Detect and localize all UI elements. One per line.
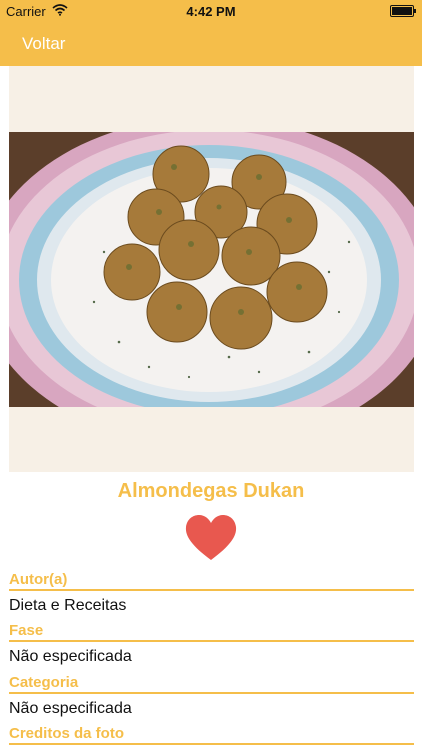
category-section: Categoria Não especificada <box>9 673 414 724</box>
author-label: Autor(a) <box>9 570 414 591</box>
author-section: Autor(a) Dieta e Receitas <box>9 570 414 621</box>
battery-icon <box>390 5 416 17</box>
heart-icon[interactable] <box>184 514 238 562</box>
back-button[interactable]: Voltar <box>22 34 65 54</box>
phase-section: Fase Não especificada <box>9 621 414 672</box>
status-time: 4:42 PM <box>186 4 236 19</box>
recipe-title: Almondegas Dukan <box>117 480 305 502</box>
photo-credits-section: Creditos da foto <box>9 724 414 745</box>
category-label: Categoria <box>9 673 414 694</box>
phase-label: Fase <box>9 621 414 642</box>
status-bar: Carrier 4:42 PM <box>0 0 422 22</box>
navigation-bar: Voltar <box>0 22 422 66</box>
author-value: Dieta e Receitas <box>9 597 127 614</box>
recipe-photo-frame <box>9 66 414 472</box>
category-value: Não especificada <box>9 700 132 717</box>
recipe-photo <box>9 132 414 407</box>
phase-value: Não especificada <box>9 648 132 665</box>
photo-credits-label: Creditos da foto <box>9 724 414 745</box>
